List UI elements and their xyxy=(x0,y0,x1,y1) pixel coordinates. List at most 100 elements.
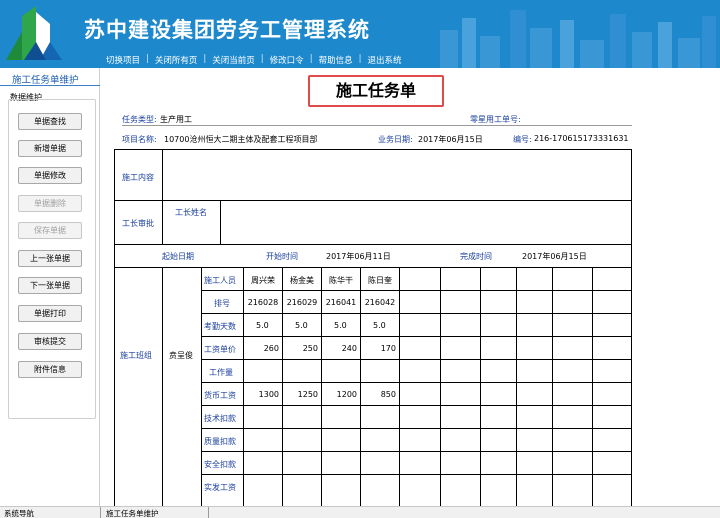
grid-line xyxy=(631,149,632,506)
row-label-workers: 施工人员 xyxy=(204,276,236,285)
task-form: 施工任务单 任务类型: 生产用工 零星用工单号: 项目名称: 10700沧州恒大… xyxy=(100,68,720,506)
worker-monetary-wage[interactable]: 1250 xyxy=(283,390,318,399)
worker-monetary-wage[interactable]: 1300 xyxy=(244,390,279,399)
top-menu: 切换项目 | 关闭所有页 | 关闭当前页 | 修改口令 | 帮助信息 | 退出系… xyxy=(100,54,407,66)
status-separator xyxy=(100,507,101,518)
worker-monetary-wage[interactable]: 1200 xyxy=(322,390,357,399)
worker-name[interactable]: 陈华干 xyxy=(322,275,360,286)
grid-line xyxy=(480,267,481,506)
grid-line xyxy=(516,267,517,506)
header-bar: 苏中建设集团劳务工管理系统 切换项目 | 关闭所有页 | 关闭当前页 | 修改口… xyxy=(0,0,720,68)
app-window: 苏中建设集团劳务工管理系统 切换项目 | 关闭所有页 | 关闭当前页 | 修改口… xyxy=(0,0,720,518)
end-time-value[interactable]: 2017年06月15日 xyxy=(522,251,587,262)
start-end-date-label: 起始日期 xyxy=(162,252,194,261)
menu-change-password[interactable]: 修改口令 xyxy=(264,54,310,66)
form-title: 施工任务单 xyxy=(335,81,416,100)
start-time-value[interactable]: 2017年06月11日 xyxy=(326,251,391,262)
worker-unit-wage[interactable]: 260 xyxy=(244,344,279,353)
worker-name[interactable]: 陈日奎 xyxy=(361,275,399,286)
find-document-button[interactable]: 单据查找 xyxy=(18,113,82,130)
end-time-label: 完成时间 xyxy=(460,252,492,261)
construction-content-field[interactable] xyxy=(163,150,631,200)
worker-number[interactable]: 216029 xyxy=(283,298,321,307)
grid-line xyxy=(201,359,631,360)
project-name-value[interactable]: 10700沧州恒大二期主体及配套工程项目部 xyxy=(164,134,317,145)
foreman-name-label: 工长姓名 xyxy=(175,208,207,217)
system-title: 苏中建设集团劳务工管理系统 xyxy=(84,18,370,42)
grid-line xyxy=(201,474,631,475)
grid-line xyxy=(201,336,631,337)
foreman-review-label: 工长审批 xyxy=(122,219,154,228)
team-leader-value[interactable]: 贲呈俊 xyxy=(169,350,193,361)
previous-document-button[interactable]: 上一张单据 xyxy=(18,250,82,267)
edit-document-button[interactable]: 单据修改 xyxy=(18,167,82,184)
grid-line xyxy=(201,290,631,291)
new-document-button[interactable]: 新增单据 xyxy=(18,140,82,157)
grid-line xyxy=(201,382,631,383)
status-bar: 系统导航 施工任务单维护 xyxy=(0,506,720,518)
worker-number[interactable]: 216028 xyxy=(244,298,282,307)
grid-line xyxy=(201,267,202,506)
worker-attendance[interactable]: 5.0 xyxy=(256,321,269,330)
business-date-value[interactable]: 2017年06月15日 xyxy=(418,134,483,145)
worker-number[interactable]: 216041 xyxy=(322,298,360,307)
menu-close-all-pages[interactable]: 关闭所有页 xyxy=(149,54,204,66)
menu-switch-project[interactable]: 切换项目 xyxy=(100,54,146,66)
delete-document-button[interactable]: 单据删除 xyxy=(18,195,82,212)
left-panel: 施工任务单维护 数据维护 单据查找 新增单据 单据修改 单据删除 保存单据 上一… xyxy=(0,68,100,506)
grid-line xyxy=(440,267,441,506)
row-label-safety-deduction: 安全扣款 xyxy=(204,460,236,469)
worker-name[interactable]: 杨金美 xyxy=(283,275,321,286)
row-label-tech-deduction: 技术扣款 xyxy=(204,414,236,423)
odd-job-no-label: 零星用工单号: xyxy=(470,115,521,124)
divider xyxy=(122,125,632,126)
grid-line xyxy=(592,267,593,506)
row-label-monetary-wage: 货币工资 xyxy=(204,391,236,400)
grid-line xyxy=(201,451,631,452)
code-label: 编号: xyxy=(513,135,532,144)
worker-unit-wage[interactable]: 170 xyxy=(361,344,396,353)
code-value[interactable]: 216-170615173331631 xyxy=(534,134,629,143)
grid-line xyxy=(201,428,631,429)
worker-monetary-wage[interactable]: 850 xyxy=(361,390,396,399)
save-document-button[interactable]: 保存单据 xyxy=(18,222,82,239)
attachment-info-button[interactable]: 附件信息 xyxy=(18,361,82,378)
header-decoration xyxy=(440,10,716,68)
next-document-button[interactable]: 下一张单据 xyxy=(18,277,82,294)
submit-review-button[interactable]: 审核提交 xyxy=(18,333,82,350)
menu-close-current-page[interactable]: 关闭当前页 xyxy=(206,54,261,66)
status-separator xyxy=(208,507,209,518)
grid-line xyxy=(162,267,163,506)
task-type-value[interactable]: 生产用工 xyxy=(160,114,192,125)
worker-attendance[interactable]: 5.0 xyxy=(334,321,347,330)
worker-attendance[interactable]: 5.0 xyxy=(295,321,308,330)
row-label-net-wage: 实发工资 xyxy=(204,483,236,492)
project-name-label: 项目名称: xyxy=(122,135,157,144)
tab-task-maintenance[interactable]: 施工任务单维护 xyxy=(12,72,79,86)
row-label-number: 排号 xyxy=(214,299,230,308)
start-time-label: 开始时间 xyxy=(266,252,298,261)
menu-exit[interactable]: 退出系统 xyxy=(361,54,407,66)
grid-line xyxy=(114,244,632,245)
row-label-workload: 工作量 xyxy=(209,368,233,377)
grid-line xyxy=(201,405,631,406)
task-type-label: 任务类型: xyxy=(122,115,157,124)
grid-line xyxy=(201,313,631,314)
worker-name[interactable]: 周兴荣 xyxy=(244,275,282,286)
worker-attendance[interactable]: 5.0 xyxy=(373,321,386,330)
grid-line xyxy=(552,267,553,506)
construction-content-label: 施工内容 xyxy=(122,173,154,182)
form-title-box: 施工任务单 xyxy=(308,75,444,107)
worker-unit-wage[interactable]: 250 xyxy=(283,344,318,353)
business-date-label: 业务日期: xyxy=(378,135,413,144)
print-document-button[interactable]: 单据打印 xyxy=(18,305,82,322)
foreman-name-field[interactable] xyxy=(221,201,631,244)
worker-unit-wage[interactable]: 240 xyxy=(322,344,357,353)
team-label: 施工班组 xyxy=(120,351,152,360)
status-current-page[interactable]: 施工任务单维护 xyxy=(106,508,159,518)
worker-number[interactable]: 216042 xyxy=(361,298,399,307)
menu-help[interactable]: 帮助信息 xyxy=(313,54,359,66)
tab-underline xyxy=(0,85,100,86)
grid-line xyxy=(399,267,400,506)
status-navigation[interactable]: 系统导航 xyxy=(4,508,34,518)
